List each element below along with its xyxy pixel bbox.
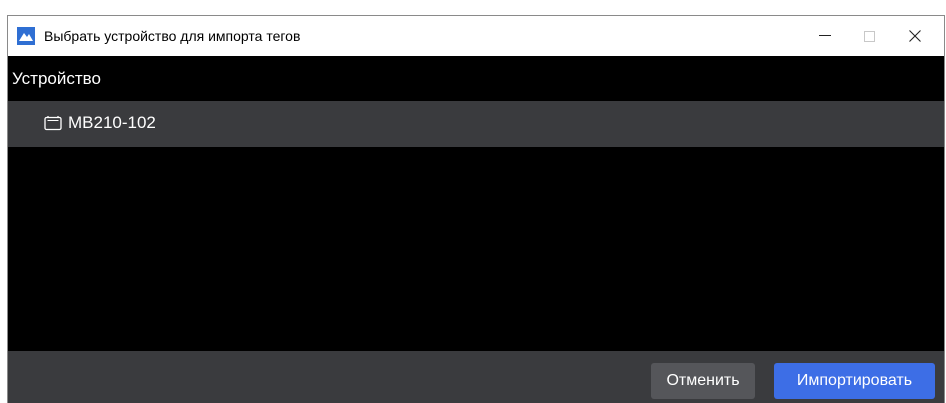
import-button[interactable]: Импортировать bbox=[774, 363, 935, 399]
app-logo-icon bbox=[17, 27, 35, 45]
maximize-icon bbox=[863, 30, 875, 42]
dialog-footer: Отменить Импортировать bbox=[8, 351, 944, 403]
device-list-empty-area bbox=[8, 147, 944, 351]
import-tags-dialog: Выбрать устройство для импорта тегов Уст… bbox=[7, 15, 945, 403]
minimize-button[interactable] bbox=[803, 16, 847, 56]
title-bar[interactable]: Выбрать устройство для импорта тегов bbox=[8, 16, 944, 56]
close-button[interactable] bbox=[893, 16, 937, 56]
cancel-button[interactable]: Отменить bbox=[651, 363, 755, 399]
window-title: Выбрать устройство для импорта тегов bbox=[44, 28, 301, 44]
device-icon bbox=[44, 115, 62, 136]
close-icon bbox=[909, 30, 921, 42]
column-header-label: Устройство bbox=[12, 69, 101, 88]
maximize-button[interactable] bbox=[847, 16, 891, 56]
device-list-item-label: MB210-102 bbox=[68, 113, 156, 132]
device-list-item[interactable]: MB210-102 bbox=[8, 101, 944, 147]
minimize-icon bbox=[819, 35, 831, 36]
device-column-header[interactable]: Устройство bbox=[8, 56, 944, 101]
